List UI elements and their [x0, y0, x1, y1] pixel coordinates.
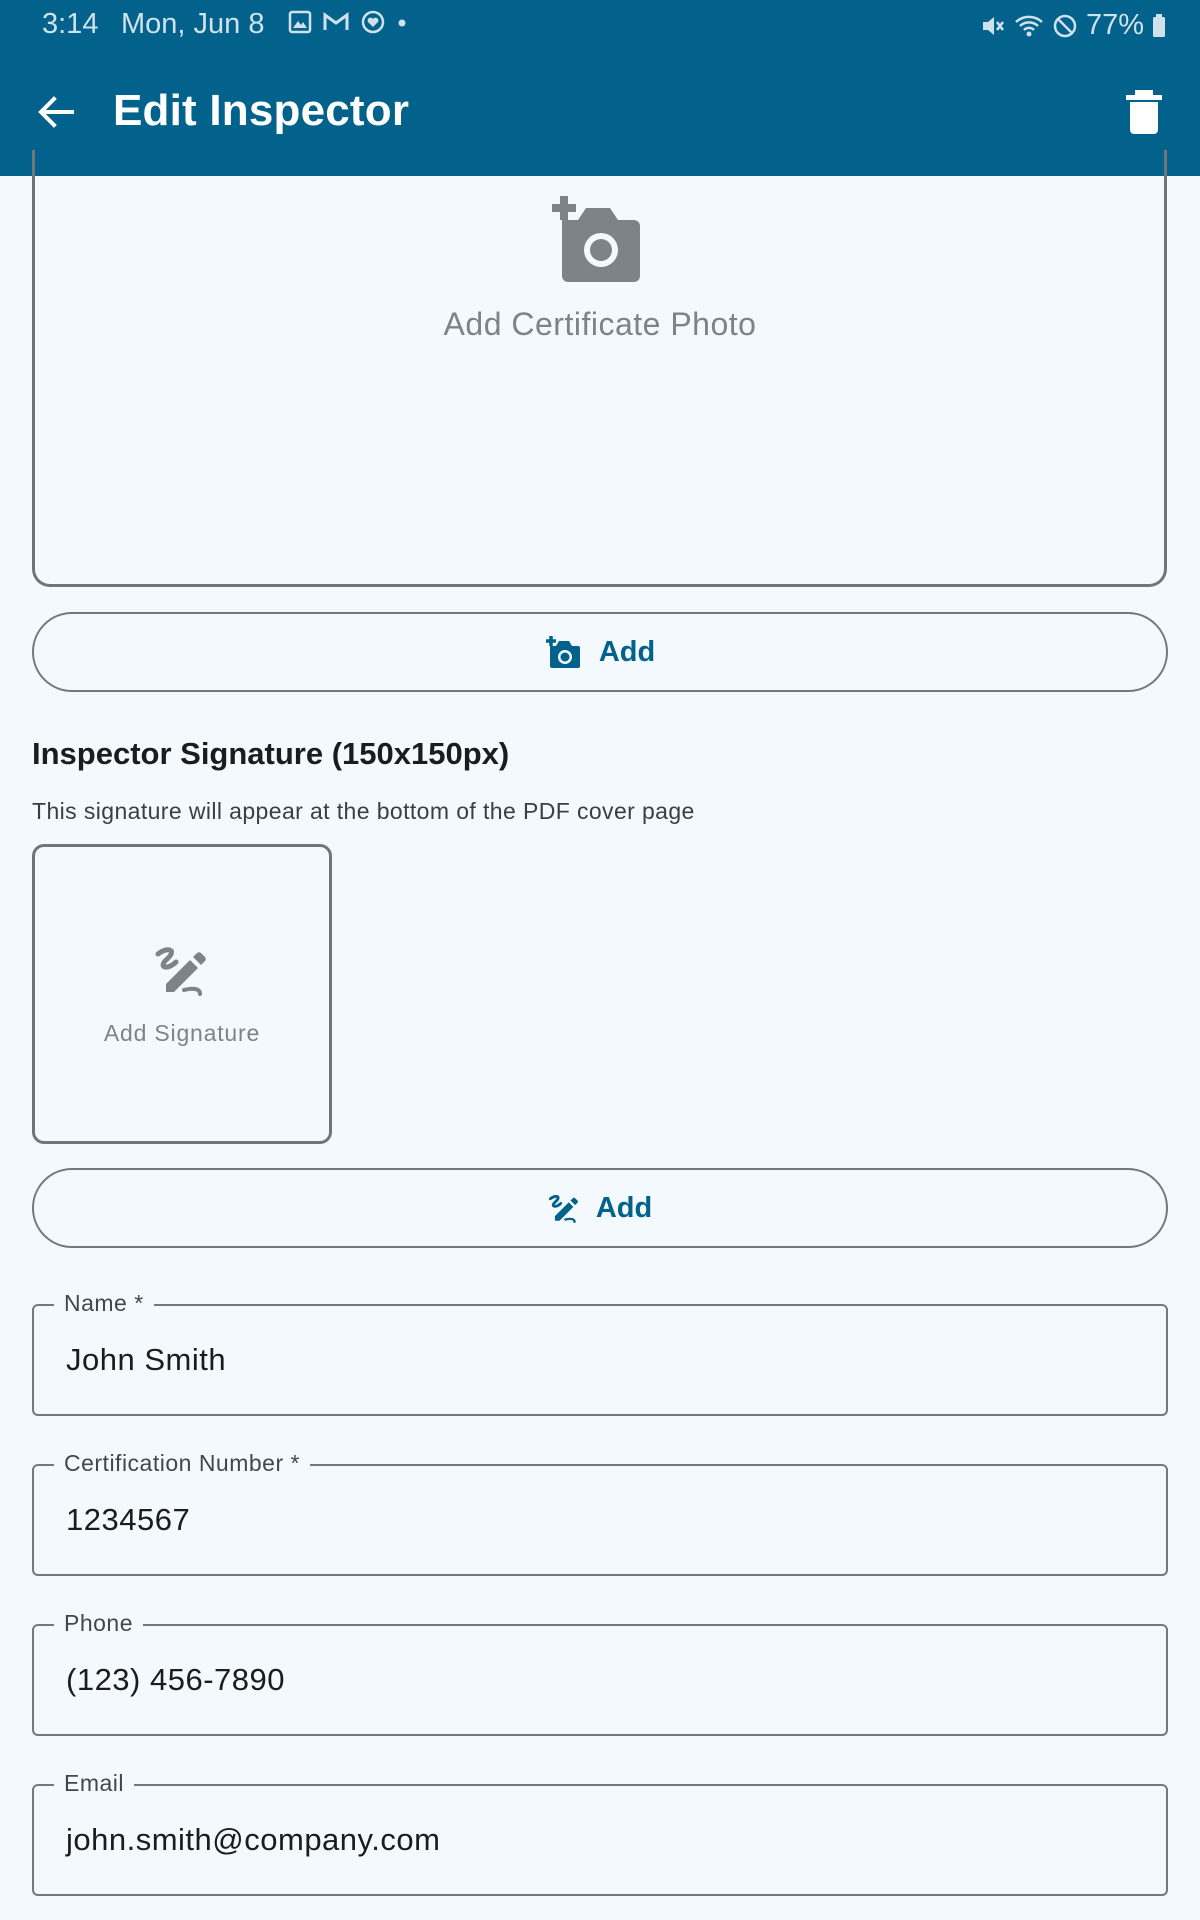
email-field-label: Email — [54, 1770, 135, 1797]
system-icons: 77% — [980, 9, 1166, 42]
add-button-label: Add — [598, 635, 656, 668]
battery-level: 77% — [1085, 9, 1144, 41]
heart-notification-icon — [361, 10, 385, 34]
status-bar: 3:14 Mon, Jun 8 77% — [0, 0, 1200, 50]
name-field-label: Name * — [54, 1290, 154, 1317]
signature-description: This signature will appear at the bottom… — [32, 798, 695, 824]
status-time: 3:14 — [42, 8, 99, 40]
certification-number-field[interactable]: Certification Number * 1234567 — [32, 1450, 1168, 1576]
page-title: Edit Inspector — [113, 86, 410, 135]
add-signature-label: Add Signature — [103, 1020, 261, 1046]
add-a-photo-icon — [552, 196, 640, 282]
add-a-photo-icon — [545, 636, 580, 668]
certification-number-field-value[interactable]: 1234567 — [66, 1502, 190, 1538]
image-notification-icon — [288, 10, 312, 34]
phone-field[interactable]: Phone (123) 456-7890 — [32, 1610, 1168, 1736]
more-notifications-dot-icon — [398, 19, 406, 27]
phone-field-value[interactable]: (123) 456-7890 — [66, 1662, 285, 1698]
add-signature-button[interactable]: Add — [32, 1168, 1168, 1248]
add-certificate-photo-label: Add Certificate Photo — [443, 306, 757, 342]
add-button-label: Add — [595, 1191, 653, 1224]
email-field[interactable]: Email john.smith@company.com — [32, 1770, 1168, 1896]
do-not-disturb-icon — [1053, 14, 1077, 37]
mute-icon — [982, 16, 1004, 35]
signature-icon — [548, 1194, 578, 1223]
name-field-value[interactable]: John Smith — [66, 1342, 226, 1378]
gmail-notification-icon — [323, 12, 349, 30]
add-certificate-photo-button[interactable]: Add — [32, 612, 1168, 692]
wifi-icon — [1015, 15, 1043, 36]
battery-icon — [1153, 13, 1165, 37]
notification-icons — [288, 9, 408, 35]
phone-field-label: Phone — [54, 1610, 144, 1637]
certification-number-field-label: Certification Number * — [54, 1450, 310, 1477]
signature-section-title: Inspector Signature (150x150px) — [32, 736, 510, 771]
signature-icon — [155, 947, 206, 996]
email-field-value[interactable]: john.smith@company.com — [66, 1822, 440, 1858]
back-arrow-icon[interactable] — [32, 88, 80, 136]
status-date: Mon, Jun 8 — [121, 8, 265, 40]
trash-icon[interactable] — [1122, 88, 1166, 136]
name-field[interactable]: Name * John Smith — [32, 1290, 1168, 1416]
